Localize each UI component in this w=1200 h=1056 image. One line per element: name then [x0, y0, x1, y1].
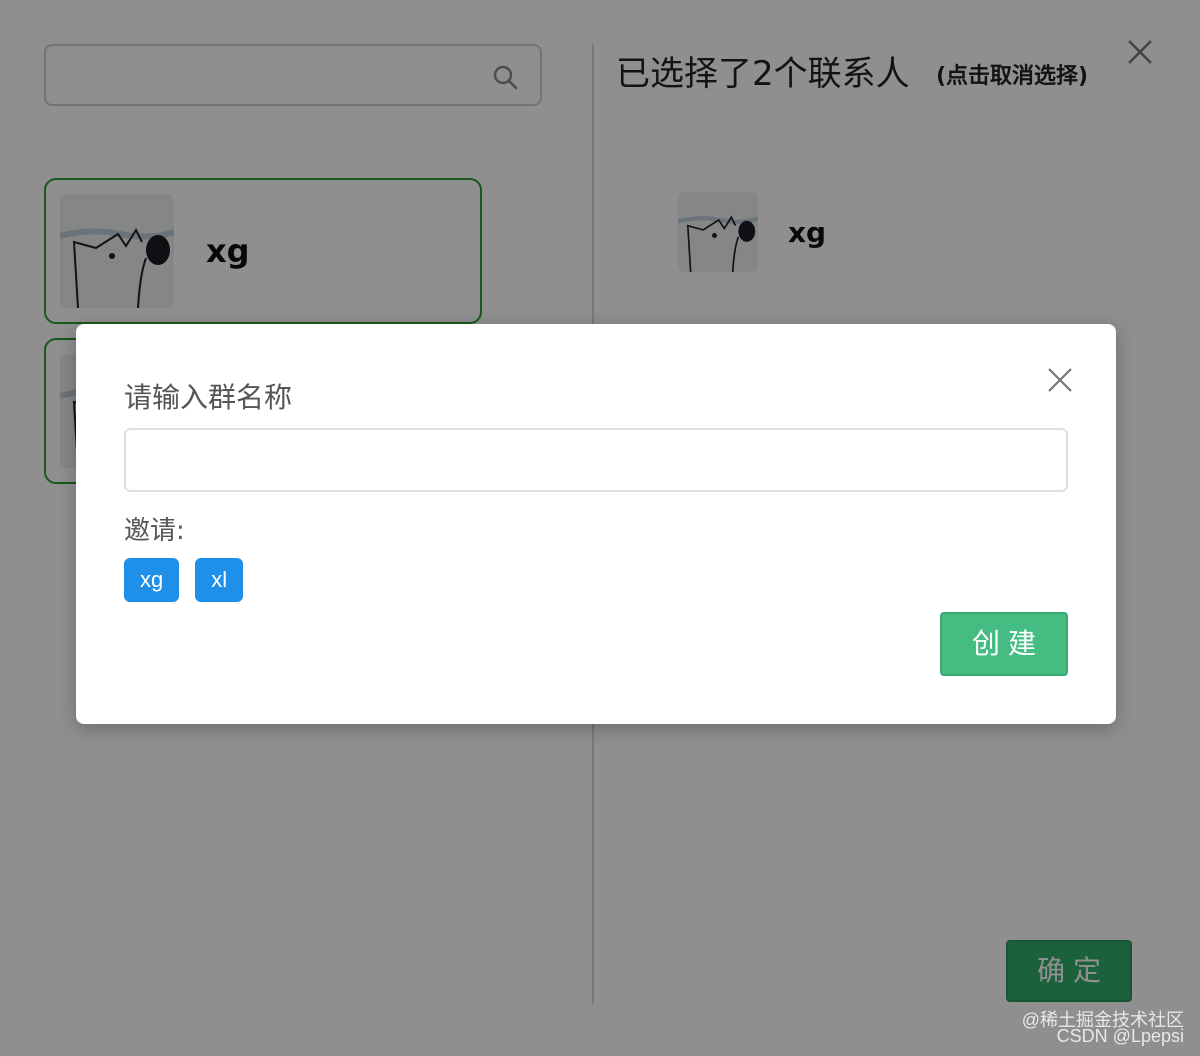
dialog-title: 请输入群名称 — [124, 381, 293, 414]
invitee-tag: xg — [124, 558, 180, 602]
close-icon[interactable] — [1048, 368, 1072, 392]
invite-label: 邀请: — [124, 516, 185, 546]
create-button[interactable]: 创建 — [940, 612, 1068, 676]
watermark: CSDN @Lpepsi — [1056, 1026, 1184, 1046]
invitee-tag: xl — [195, 558, 244, 602]
invitee-list: xg xl — [124, 558, 244, 602]
group-name-input[interactable] — [124, 428, 1068, 492]
create-group-dialog: 请输入群名称 邀请: xg xl 创建 — [76, 324, 1116, 724]
